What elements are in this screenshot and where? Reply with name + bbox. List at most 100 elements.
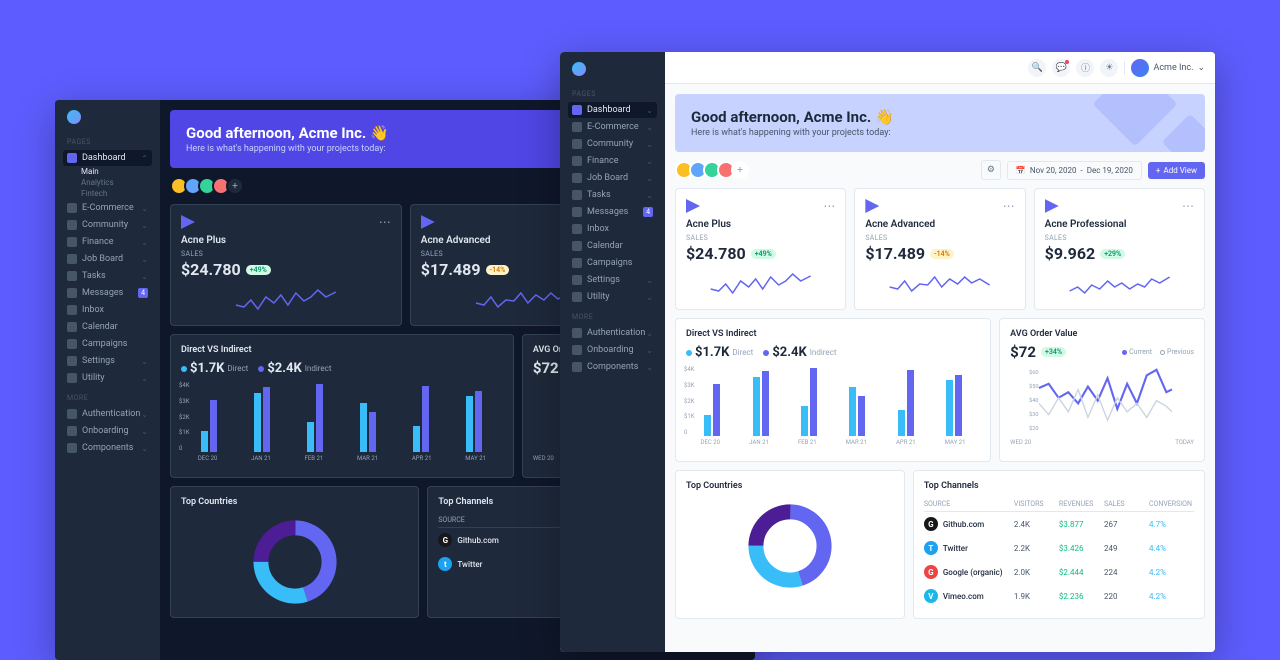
nav-section-pages: PAGES [67,138,152,146]
chevron-down-icon: ⌄ [646,363,653,372]
nav-section-more: MORE [67,394,152,402]
nav-sub-main[interactable]: Main [63,167,152,176]
nav-tasks[interactable]: Tasks⌄ [568,187,657,203]
bar-chart: $4K$3K$2K$1K0 DEC 20JAN 21FEB 21MAR 21AP… [686,366,980,451]
table-row[interactable]: GGoogle (organic)2.0K$2.4442244.2% [924,560,1194,584]
dashboard-icon [572,105,582,115]
card-acne-professional: ⋯ Acne Professional SALES $9.962+29% [1034,188,1205,310]
top-countries-card: Top Countries [170,486,419,618]
aov-value: $72 [1010,343,1036,361]
nav-onboarding[interactable]: Onboarding⌄ [63,423,152,439]
megaphone-icon [572,258,582,268]
chevron-down-icon: ⌄ [646,174,653,183]
svg-text:$40: $40 [1029,397,1038,404]
nav-onboarding[interactable]: Onboarding⌄ [568,342,657,358]
product-icon [1045,199,1059,213]
nav-tasks[interactable]: Tasks⌄ [63,268,152,284]
card-title: Acne Advanced [865,219,1014,230]
card-acne-plus: ⋯ Acne Plus SALES $24.780+49% [675,188,846,310]
product-icon [421,215,435,229]
user-menu[interactable]: Acme Inc.⌄ [1131,59,1205,77]
chevron-down-icon: ⌄ [646,346,653,355]
logo-icon [572,62,586,76]
nav-jobboard[interactable]: Job Board⌄ [63,251,152,267]
search-button[interactable]: 🔍 [1028,59,1046,77]
table-row[interactable]: VVimeo.com1.9K$2.2362204.2% [924,584,1194,608]
table-row[interactable]: TTwitter2.2K$3.4262494.4% [924,536,1194,560]
users-icon [572,139,582,149]
line-chart: $60$50$40$30$20 [1010,367,1194,437]
calendar-icon [67,322,77,332]
chevron-down-icon: ⌄ [646,276,653,285]
nav-messages[interactable]: Messages4 [63,285,152,301]
chevron-down-icon: ⌄ [646,106,653,115]
nav-auth[interactable]: Authentication⌄ [63,406,152,422]
avatar-stack: + [675,161,749,179]
card-title: Direct VS Indirect [181,345,503,355]
card-menu[interactable]: ⋯ [1182,199,1194,213]
user-avatar-icon [1131,59,1149,77]
nav-settings[interactable]: Settings⌄ [63,353,152,369]
nav-dashboard[interactable]: Dashboard⌄ [568,102,657,118]
nav-inbox[interactable]: Inbox [568,221,657,237]
card-title: Acne Plus [686,219,835,230]
nav-utility[interactable]: Utility⌄ [63,370,152,386]
date-picker[interactable]: 📅Nov 20, 2020-Dec 19, 2020 [1007,161,1142,180]
nav-campaigns[interactable]: Campaigns [568,255,657,271]
card-title: Top Countries [686,481,894,491]
nav-settings[interactable]: Settings⌄ [568,272,657,288]
card-menu[interactable]: ⋯ [823,199,835,213]
nav-messages[interactable]: Messages4 [568,204,657,220]
nav-dashboard[interactable]: Dashboard⌃ [63,150,152,166]
grid-icon [572,362,582,372]
nav-components[interactable]: Components⌄ [63,440,152,456]
chat-icon [572,207,582,217]
sparkline [1045,269,1194,299]
nav-components[interactable]: Components⌄ [568,359,657,375]
nav-jobboard[interactable]: Job Board⌄ [568,170,657,186]
card-menu[interactable]: ⋯ [379,215,391,229]
card-value: $24.780 [181,260,241,279]
card-title: Acne Professional [1045,219,1194,230]
nav-finance[interactable]: Finance⌄ [568,153,657,169]
add-avatar-button[interactable]: + [226,177,244,195]
chevron-down-icon: ⌄ [646,293,653,302]
top-channels-card: Top Channels SOURCEVISITORSREVENUESSALES… [913,470,1205,619]
coin-icon [572,156,582,166]
cart-icon [67,203,77,213]
chevron-down-icon: ⌄ [646,140,653,149]
nav-inbox[interactable]: Inbox [63,302,152,318]
chevron-up-icon: ⌃ [141,154,148,163]
product-icon [181,215,195,229]
nav-community[interactable]: Community⌄ [568,136,657,152]
briefcase-icon [67,254,77,264]
card-menu[interactable]: ⋯ [1003,199,1015,213]
table-row[interactable]: GGithub.com2.4K$3.8772674.7% [924,512,1194,536]
notifications-button[interactable]: 💬 [1052,59,1070,77]
donut-chart [686,501,894,591]
nav-finance[interactable]: Finance⌄ [63,234,152,250]
flag-icon [67,426,77,436]
info-button[interactable]: ⓘ [1076,59,1094,77]
delta-badge: +49% [751,249,776,259]
nav-auth[interactable]: Authentication⌄ [568,325,657,341]
nav-campaigns[interactable]: Campaigns [63,336,152,352]
users-icon [67,220,77,230]
nav-ecommerce[interactable]: E-Commerce⌄ [568,119,657,135]
delta-badge: -14% [486,265,510,275]
filter-button[interactable]: ⚙ [981,160,1001,180]
nav-ecommerce[interactable]: E-Commerce⌄ [63,200,152,216]
card-title: Acne Plus [181,235,391,246]
theme-toggle[interactable]: ☀ [1100,59,1118,77]
nav-sub-fintech[interactable]: Fintech [63,189,152,198]
card-value: $17.489 [865,244,925,263]
nav-sub-analytics[interactable]: Analytics [63,178,152,187]
nav-calendar[interactable]: Calendar [63,319,152,335]
add-view-button[interactable]: +Add View [1148,162,1205,179]
nav-community[interactable]: Community⌄ [63,217,152,233]
messages-badge: 4 [643,207,653,217]
dashboard-light: PAGES Dashboard⌄ E-Commerce⌄ Community⌄ … [560,52,1215,652]
nav-calendar[interactable]: Calendar [568,238,657,254]
nav-utility[interactable]: Utility⌄ [568,289,657,305]
add-avatar-button[interactable]: + [731,161,749,179]
